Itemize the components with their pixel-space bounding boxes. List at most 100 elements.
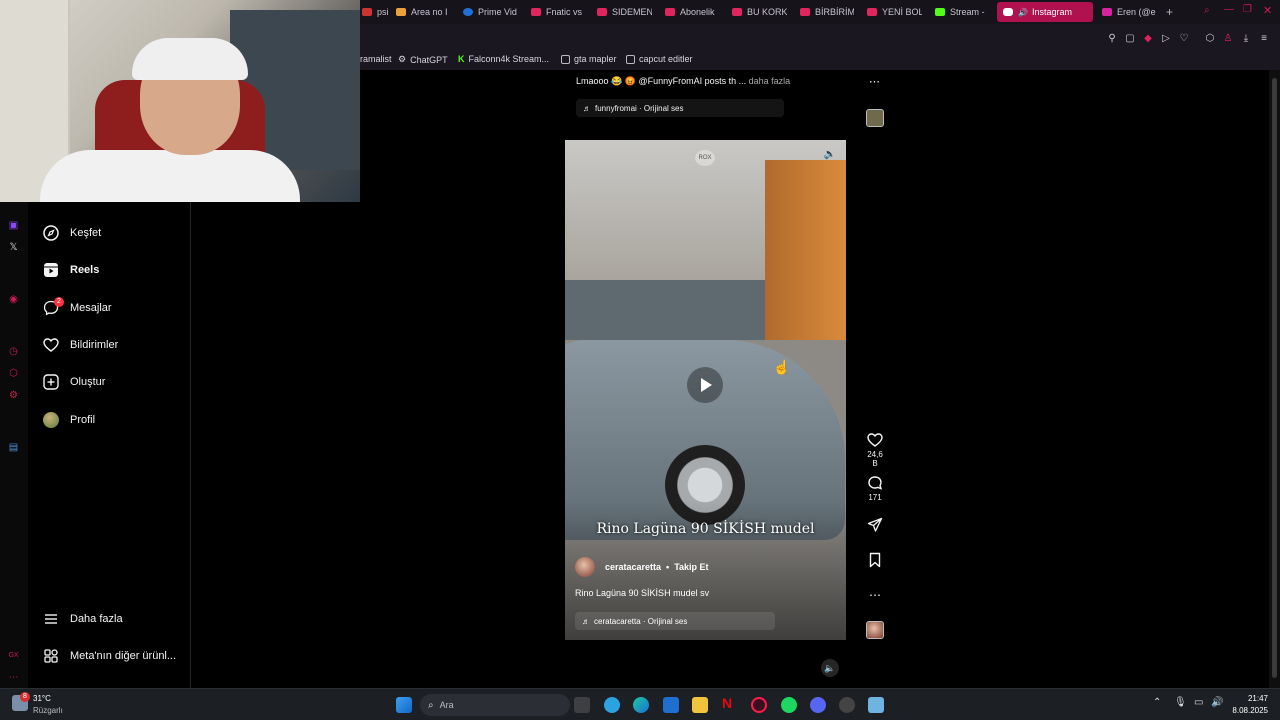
nav-create[interactable]: Oluştur	[42, 371, 105, 393]
puzzle-icon[interactable]: ⬡	[8, 368, 19, 379]
weather-desc[interactable]: Rüzgarlı	[33, 706, 63, 715]
x-icon[interactable]: 𝕏	[8, 242, 19, 253]
nav-profile[interactable]: Profil	[42, 409, 95, 431]
nav-meta-products[interactable]: Meta'nın diğer ürünl...	[42, 645, 176, 667]
follow-button[interactable]: Takip Et	[674, 562, 708, 572]
browser-tab[interactable]: BU KORK	[732, 2, 787, 22]
browser-tab[interactable]: Stream -	[935, 2, 985, 22]
more-options-icon[interactable]: ⋯	[869, 75, 880, 88]
telegram-icon[interactable]	[604, 697, 620, 713]
edge-icon[interactable]	[633, 697, 649, 713]
bookmark-item[interactable]: ⚙ ChatGPT	[398, 54, 448, 65]
restore-icon[interactable]: ❐	[1243, 4, 1252, 15]
app-icon[interactable]: ▤	[8, 442, 19, 453]
discord-icon[interactable]	[810, 697, 826, 713]
nav-label: Oluştur	[70, 376, 106, 388]
browser-tab-instagram-active[interactable]: 🔊 Instagram	[997, 2, 1093, 22]
network-icon[interactable]: ▭	[1194, 697, 1203, 708]
browser-tab[interactable]: Area no I	[396, 2, 451, 22]
opera-gx-icon[interactable]	[751, 697, 767, 713]
menu-icon[interactable]: ≡	[1258, 33, 1270, 45]
bookmark-item[interactable]: K Falconn4k Stream...	[458, 54, 549, 64]
browser-tab[interactable]: Prime Vid	[463, 2, 518, 22]
play-button[interactable]	[687, 367, 723, 403]
settings-icon[interactable]: ⚙	[8, 390, 19, 401]
volume-icon[interactable]: 🔈	[821, 659, 839, 677]
clock-icon[interactable]: ◷	[8, 346, 19, 357]
browser-tab[interactable]: BİRBİRİM	[800, 2, 854, 22]
bookmark-folder[interactable]: gta mapler	[561, 54, 617, 64]
task-view-icon[interactable]	[574, 697, 590, 713]
clock-date[interactable]: 8.08.2025	[1226, 706, 1268, 715]
like-action[interactable]: 24,6 B	[864, 432, 886, 468]
author-avatar[interactable]	[575, 557, 595, 577]
reel-video[interactable]: ROX 🔈 Rino Lagüna 90 SİKİSH mudel cerata…	[565, 140, 846, 640]
nav-notifications[interactable]: Bildirimler	[42, 334, 118, 356]
tray-chevron-icon[interactable]: ⌃	[1153, 697, 1161, 708]
prev-reel-audio[interactable]: ♬ funnyfromai · Orijinal ses	[576, 99, 784, 117]
clock-time[interactable]: 21:47	[1232, 694, 1268, 703]
twitch-icon[interactable]: ▣	[8, 220, 19, 231]
more-link[interactable]: daha fazla	[749, 76, 791, 86]
speaker-icon: 🔊	[1018, 7, 1028, 17]
mute-icon[interactable]: 🔈	[822, 147, 838, 163]
file-explorer-icon[interactable]	[692, 697, 708, 713]
browser-tab[interactable]: Eren (@e	[1102, 2, 1158, 22]
browser-tab[interactable]: YENİ BOL	[867, 2, 922, 22]
prev-audio-thumbnail[interactable]	[866, 109, 884, 127]
reel-description[interactable]: Rino Lagüna 90 SİKİSH mudel sv	[575, 588, 709, 598]
browser-tab[interactable]: psizl	[362, 2, 388, 22]
spotify-icon[interactable]	[781, 697, 797, 713]
bookmark-item[interactable]: ramalist	[360, 54, 392, 64]
browser-tab[interactable]: SIDEMEN	[597, 2, 652, 22]
comment-action[interactable]: 171	[864, 475, 886, 502]
windows-start-icon[interactable]	[396, 697, 412, 713]
bookmark-icon	[869, 552, 881, 568]
outlook-icon[interactable]	[663, 697, 679, 713]
prev-reel-caption: Lmaooo 😂 😡 @FunnyFromAI posts th ... dah…	[576, 76, 790, 87]
screenshot-icon[interactable]: ▢	[1124, 33, 1136, 45]
page-scrollbar[interactable]	[1269, 70, 1280, 688]
download-icon[interactable]: ⤓	[1240, 33, 1252, 45]
author-name[interactable]: ceratacaretta	[605, 562, 661, 572]
play-icon[interactable]: ▷	[1160, 33, 1172, 45]
minimize-icon[interactable]: —	[1224, 4, 1234, 15]
profile-icon[interactable]: ♙	[1222, 33, 1234, 45]
nav-label: Meta'nın diğer ürünl...	[70, 650, 177, 662]
speaker-icon[interactable]: 🔊	[1211, 697, 1223, 708]
search-tabs-icon[interactable]: ⌕	[1204, 5, 1210, 16]
instagram-sidebar: Keşfet Reels 2 Mesajlar Bildirimler Oluş…	[28, 202, 191, 688]
netflix-icon[interactable]: N	[722, 695, 732, 711]
tab-label: Prime Vid	[478, 7, 517, 17]
new-tab-icon[interactable]: +	[1166, 5, 1173, 19]
scrollbar-thumb[interactable]	[1272, 78, 1277, 678]
app-icon[interactable]	[839, 697, 855, 713]
nav-reels[interactable]: Reels	[42, 259, 99, 281]
more-options-icon[interactable]: ⋯	[864, 588, 886, 602]
microphone-icon[interactable]: 🎙	[1174, 697, 1187, 708]
tab-label: psizl	[377, 7, 388, 17]
nav-more[interactable]: Daha fazla	[42, 608, 123, 630]
tab-label: Stream -	[950, 7, 985, 17]
browser-tab[interactable]: Abonelik	[665, 2, 719, 22]
save-action[interactable]	[864, 552, 886, 570]
close-window-icon[interactable]: ✕	[1263, 4, 1272, 17]
nav-messages[interactable]: 2 Mesajlar	[42, 297, 112, 319]
play-circle-icon[interactable]: ◉	[8, 294, 19, 305]
bookmark-folder[interactable]: capcut editler	[626, 54, 693, 64]
reel-audio[interactable]: ♬ ceratacaretta · Orijinal ses	[575, 612, 775, 630]
more-dots-icon[interactable]: ⋯	[8, 672, 19, 683]
extensions-icon[interactable]: ⬡	[1204, 33, 1216, 45]
audio-thumbnail[interactable]	[866, 621, 884, 639]
weather-temp[interactable]: 31°C	[33, 694, 51, 703]
nav-explore[interactable]: Keşfet	[42, 222, 101, 244]
taskbar-search[interactable]: ⌕ Ara	[420, 694, 570, 716]
gx-icon[interactable]: GX	[8, 650, 19, 661]
browser-tab[interactable]: Fnatic vs	[531, 2, 583, 22]
pin-icon[interactable]: ⚲	[1106, 33, 1118, 45]
nav-label: Daha fazla	[70, 613, 123, 625]
share-action[interactable]	[864, 517, 886, 535]
app-settings-icon[interactable]	[868, 697, 884, 713]
heart-outline-icon[interactable]: ♡	[1178, 33, 1190, 45]
shield-icon[interactable]: ◆	[1142, 33, 1154, 45]
